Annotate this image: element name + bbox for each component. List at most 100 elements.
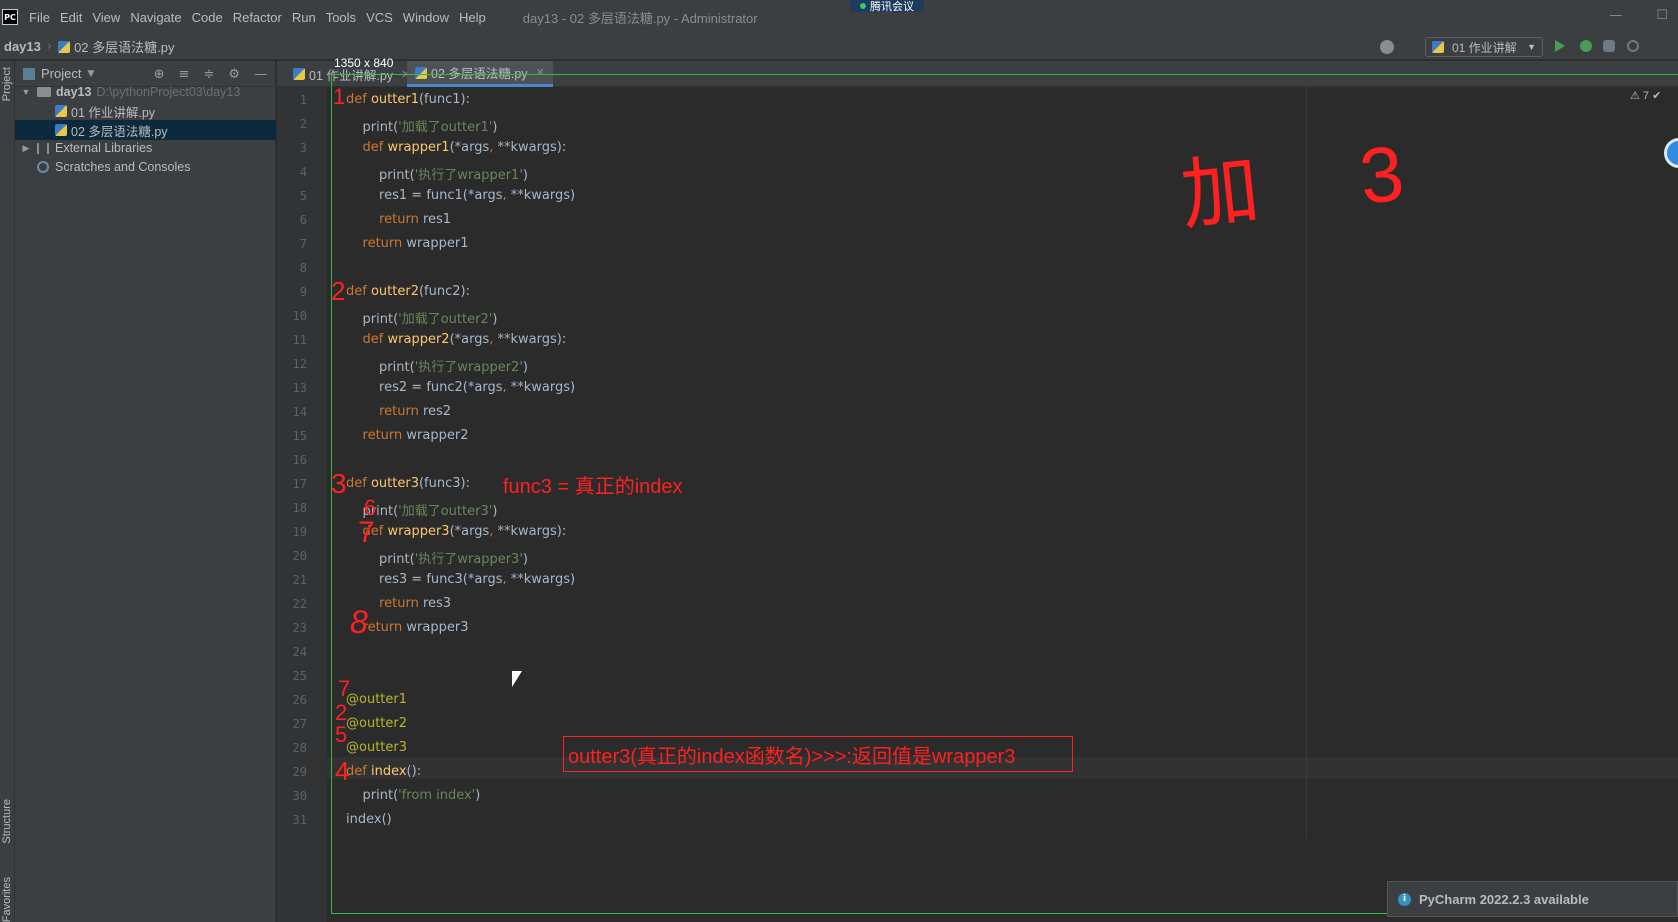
line-number: 4 (299, 165, 307, 179)
close-icon[interactable]: ✕ (536, 66, 545, 79)
line-number: 3 (299, 141, 307, 155)
code-line[interactable]: def outter1(func1): (346, 92, 470, 114)
run-configuration-label: 01 作业讲解 (1452, 40, 1517, 55)
editor-tab-bar: 01 作业讲解.py ✕ 02 多层语法糖.py ✕ (277, 61, 1678, 87)
line-number: 6 (299, 213, 307, 227)
code-line[interactable]: res2 = func2(*args, **kwargs) (346, 380, 575, 402)
collapse-all-icon[interactable]: ≑ (203, 67, 214, 82)
hide-icon[interactable]: — (254, 67, 267, 82)
code-line[interactable]: @outter3 (346, 740, 407, 762)
meeting-indicator[interactable]: 腾讯会议 (850, 0, 924, 13)
maximize-icon[interactable]: ☐ (1656, 8, 1668, 23)
code-line[interactable]: print('执行了wrapper2') (346, 356, 528, 378)
structure-tool-tab[interactable]: Structure (1, 799, 13, 844)
menu-view[interactable]: View (87, 10, 125, 25)
line-number: 9 (299, 285, 307, 299)
line-number: 30 (292, 789, 307, 803)
line-number: 10 (292, 309, 307, 323)
tree-item-root[interactable]: ▼ day13 D:\pythonProject03\day13 (15, 82, 276, 102)
tree-item-scratches[interactable]: Scratches and Consoles (15, 157, 276, 177)
tree-item-file2[interactable]: 02 多层语法糖.py (15, 120, 276, 140)
line-number: 27 (292, 717, 307, 731)
run-icon[interactable] (1555, 40, 1565, 52)
code-line[interactable]: return wrapper1 (346, 236, 469, 258)
code-line[interactable]: index() (346, 812, 392, 834)
chevron-down-icon[interactable]: ▼ (19, 87, 33, 97)
code-line[interactable]: return res2 (346, 404, 451, 426)
breadcrumb-separator-icon: › (46, 39, 53, 54)
code-line[interactable]: res3 = func3(*args, **kwargs) (346, 572, 575, 594)
user-icon[interactable] (1380, 40, 1394, 54)
mouse-cursor-icon (512, 671, 522, 687)
margin-number: 3 (331, 468, 347, 499)
minimize-icon[interactable]: — (1609, 8, 1622, 23)
project-view-select[interactable]: Project (41, 66, 81, 81)
expand-all-icon[interactable]: ≡ (179, 67, 190, 82)
gear-icon[interactable]: ⚙ (228, 67, 240, 82)
code-line[interactable]: res1 = func1(*args, **kwargs) (346, 188, 575, 210)
folder-icon (37, 87, 51, 97)
tree-file1-label: 01 作业讲解.py (71, 105, 156, 120)
code-line[interactable]: def wrapper3(*args, **kwargs): (346, 524, 567, 546)
menu-vcs[interactable]: VCS (361, 10, 398, 25)
run-configuration-select[interactable]: 01 作业讲解 ▼ (1425, 37, 1543, 57)
debug-icon[interactable] (1580, 40, 1592, 52)
code-line[interactable]: print('执行了wrapper3') (346, 548, 528, 570)
code-line[interactable]: print('加载了outter2') (346, 308, 498, 330)
tree-root-path: D:\pythonProject03\day13 (96, 85, 241, 99)
project-panel: Project ▼ ⊕ ≡ ≑ ⚙ — ▼ day13 D:\pythonPro… (15, 61, 276, 922)
warning-count-badge[interactable]: ⚠ 7 ✔ (1630, 89, 1661, 102)
profile-icon[interactable] (1627, 40, 1639, 52)
code-line[interactable]: print('执行了wrapper1') (346, 164, 528, 186)
breadcrumb-file[interactable]: 02 多层语法糖.py (74, 37, 174, 56)
code-line[interactable]: def outter2(func2): (346, 284, 470, 306)
line-number: 22 (292, 597, 307, 611)
margin-number: 1 (333, 84, 346, 109)
code-line[interactable]: print('from index') (346, 788, 481, 810)
scratches-icon (37, 161, 49, 173)
tab-file2[interactable]: 02 多层语法糖.py ✕ (407, 61, 553, 87)
python-file-icon (293, 68, 305, 80)
tree-file2-label: 02 多层语法糖.py (71, 124, 168, 139)
menu-help[interactable]: Help (454, 10, 491, 25)
menu-navigate[interactable]: Navigate (125, 10, 186, 25)
project-view-icon (23, 67, 35, 80)
menu-tools[interactable]: Tools (321, 10, 361, 25)
project-toolbar: ⊕ ≡ ≑ ⚙ — (154, 67, 267, 82)
window-title: day13 - 02 多层语法糖.py - Administrator (522, 10, 758, 26)
breadcrumb-project[interactable]: day13 (4, 39, 41, 54)
coverage-icon[interactable] (1603, 40, 1615, 52)
code-line[interactable]: def wrapper1(*args, **kwargs): (346, 140, 567, 162)
tree-item-external-libraries[interactable]: ▶ External Libraries (15, 138, 276, 158)
margin-number: 7 (338, 676, 351, 701)
margin-number: 8 (350, 604, 368, 640)
line-number: 26 (292, 693, 307, 707)
tab-file2-label: 02 多层语法糖.py (431, 67, 528, 81)
code-line[interactable]: print('加载了outter1') (346, 116, 498, 138)
code-line[interactable]: return res1 (346, 212, 451, 234)
code-line[interactable]: @outter2 (346, 716, 407, 738)
menu-run[interactable]: Run (287, 10, 321, 25)
tree-item-file1[interactable]: 01 作业讲解.py (15, 101, 276, 121)
code-line[interactable]: return wrapper2 (346, 428, 469, 450)
line-number: 5 (299, 189, 307, 203)
code-line[interactable]: def wrapper2(*args, **kwargs): (346, 332, 567, 354)
menu-window[interactable]: Window (398, 10, 454, 25)
chevron-right-icon[interactable]: ▶ (19, 143, 33, 154)
boxed-annotation: outter3(真正的index函数名)>>>:返回值是wrapper3 (563, 736, 1073, 772)
code-line[interactable]: def index(): (346, 764, 421, 786)
pycharm-logo-icon: PC (2, 9, 18, 25)
menu-edit[interactable]: Edit (55, 10, 87, 25)
code-line[interactable]: @outter1 (346, 692, 407, 714)
line-number: 14 (292, 405, 307, 419)
locate-icon[interactable]: ⊕ (154, 67, 165, 82)
menu-file[interactable]: File (24, 10, 55, 25)
line-number: 25 (292, 669, 307, 683)
update-notification[interactable]: i PyCharm 2022.2.3 available (1387, 881, 1678, 917)
project-tool-tab[interactable]: Project (1, 67, 13, 101)
favorites-tool-tab[interactable]: Favorites (1, 877, 13, 922)
menu-refactor[interactable]: Refactor (228, 10, 287, 25)
menu-code[interactable]: Code (187, 10, 228, 25)
chevron-down-icon[interactable]: ▼ (87, 69, 94, 79)
chevron-down-icon: ▼ (1527, 42, 1536, 52)
